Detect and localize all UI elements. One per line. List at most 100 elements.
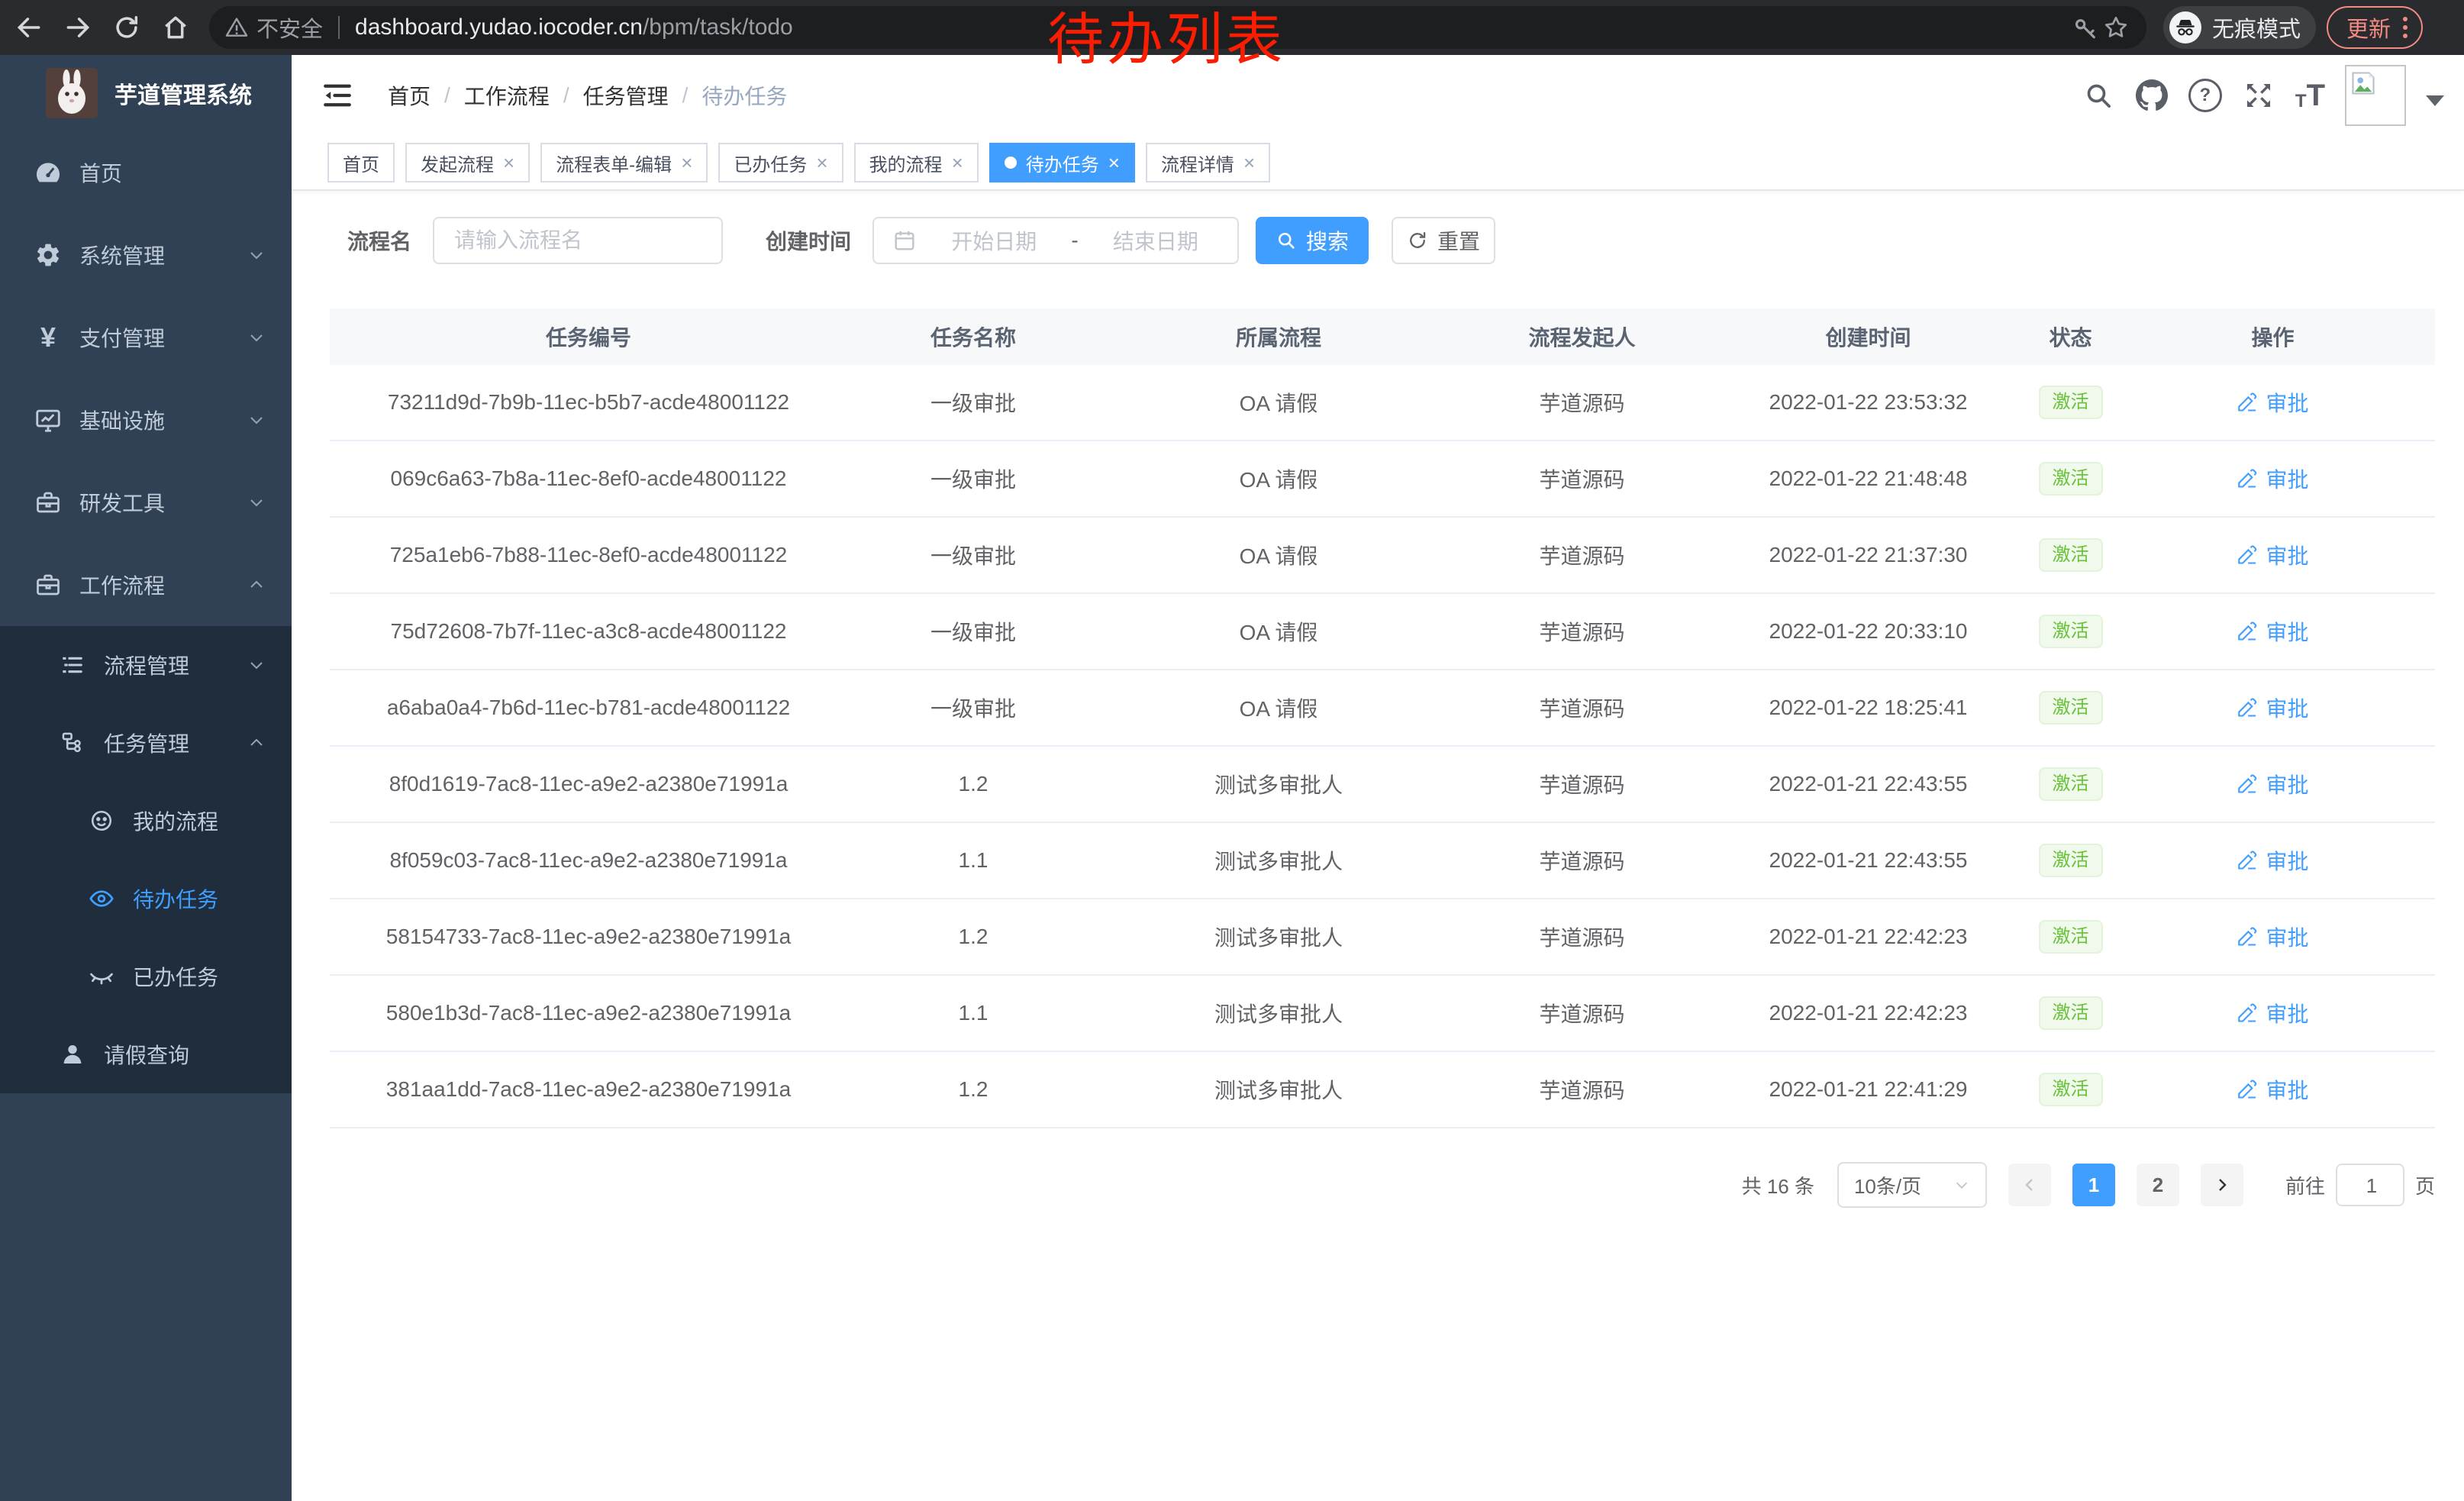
approve-button[interactable]: 审批 [2237, 769, 2308, 799]
prev-page-button[interactable] [2008, 1164, 2051, 1206]
chrome-update-button[interactable]: 更新 [2327, 6, 2423, 49]
app-title: 芋道管理系统 [114, 76, 252, 110]
avatar-dropdown-icon[interactable] [2426, 95, 2444, 106]
tab-start-process[interactable]: 发起流程× [405, 143, 530, 182]
sidebar-item-payment[interactable]: ¥ 支付管理 [0, 296, 292, 379]
page-button-2[interactable]: 2 [2137, 1164, 2179, 1206]
breadcrumb-item[interactable]: 任务管理 [583, 80, 669, 111]
tab-done-tasks[interactable]: 已办任务× [718, 143, 843, 182]
hamburger-icon[interactable] [321, 79, 354, 112]
toolbox-icon [31, 489, 66, 516]
help-icon[interactable]: ? [2188, 79, 2222, 112]
status-badge: 激活 [2039, 615, 2103, 648]
github-icon[interactable] [2135, 79, 2169, 112]
page-size-select[interactable]: 10条/页 [1837, 1162, 1987, 1208]
task-process: 测试多审批人 [1099, 1074, 1458, 1105]
task-name: 一级审批 [847, 540, 1099, 570]
sidebar-item-task-mgmt[interactable]: 任务管理 [0, 704, 292, 782]
breadcrumb-item[interactable]: 首页 [388, 80, 431, 111]
sidebar: 芋道管理系统 首页 系统管理 ¥ 支付管理 [0, 55, 292, 1501]
task-create-time: 2022-01-22 21:37:30 [1706, 543, 2030, 567]
sidebar-item-done-tasks[interactable]: 已办任务 [0, 938, 292, 1015]
task-name: 1.2 [847, 772, 1099, 796]
sidebar-item-system[interactable]: 系统管理 [0, 214, 292, 296]
task-process: 测试多审批人 [1099, 922, 1458, 952]
close-icon[interactable]: × [1243, 153, 1255, 173]
sidebar-item-todo-tasks[interactable]: 待办任务 [0, 860, 292, 938]
sidebar-item-workflow[interactable]: 工作流程 [0, 544, 292, 626]
approve-button[interactable]: 审批 [2237, 1074, 2308, 1105]
total-count: 共 16 条 [1742, 1171, 1814, 1199]
task-starter: 芋道源码 [1458, 616, 1706, 647]
sidebar-logo[interactable]: 芋道管理系统 [0, 55, 292, 131]
table-row: 73211d9d-7b9b-11ec-b5b7-acde48001122 一级审… [330, 365, 2435, 441]
status-badge: 激活 [2039, 920, 2103, 954]
close-icon[interactable]: × [816, 153, 827, 173]
chrome-menu-icon[interactable] [2403, 17, 2408, 38]
approve-button[interactable]: 审批 [2237, 922, 2308, 952]
page-header: 首页 / 工作流程 / 任务管理 / 待办任务 ? TT [292, 55, 2464, 136]
bookmark-star-icon[interactable] [2101, 12, 2131, 43]
reload-icon[interactable] [111, 12, 142, 43]
breadcrumb-current: 待办任务 [701, 80, 787, 111]
chevron-down-icon [247, 246, 266, 264]
tab-form-edit[interactable]: 流程表单-编辑× [540, 143, 708, 182]
sidebar-item-process-mgmt[interactable]: 流程管理 [0, 626, 292, 704]
process-name-input[interactable] [453, 228, 703, 253]
approve-button[interactable]: 审批 [2237, 463, 2308, 494]
breadcrumb-item[interactable]: 工作流程 [464, 80, 550, 111]
next-page-button[interactable] [2201, 1164, 2243, 1206]
reset-button[interactable]: 重置 [1392, 217, 1495, 264]
home-icon[interactable] [160, 12, 191, 43]
task-starter: 芋道源码 [1458, 540, 1706, 570]
task-starter: 芋道源码 [1458, 769, 1706, 799]
search-button[interactable]: 搜索 [1256, 217, 1369, 264]
task-starter: 芋道源码 [1458, 1074, 1706, 1105]
font-size-icon[interactable]: TT [2295, 80, 2325, 111]
approve-button[interactable]: 审批 [2237, 692, 2308, 723]
close-icon[interactable]: × [503, 153, 514, 173]
incognito-icon [2169, 11, 2201, 44]
col-actions: 操作 [2111, 321, 2435, 352]
search-icon[interactable] [2082, 79, 2115, 112]
close-icon[interactable]: × [1108, 153, 1120, 173]
insecure-label: 不安全 [256, 11, 323, 44]
sidebar-item-home[interactable]: 首页 [0, 131, 292, 214]
tab-todo-tasks[interactable]: 待办任务× [989, 143, 1135, 182]
approve-button[interactable]: 审批 [2237, 540, 2308, 570]
main-content: 首页 / 工作流程 / 任务管理 / 待办任务 ? TT [292, 55, 2464, 1501]
chevron-down-icon [247, 493, 266, 512]
close-icon[interactable]: × [952, 153, 963, 173]
tab-home[interactable]: 首页 [327, 143, 395, 182]
task-create-time: 2022-01-22 18:25:41 [1706, 696, 2030, 720]
user-icon [55, 1041, 90, 1067]
approve-button[interactable]: 审批 [2237, 845, 2308, 876]
approve-button[interactable]: 审批 [2237, 387, 2308, 418]
sidebar-item-infra[interactable]: 基础设施 [0, 379, 292, 461]
tab-process-detail[interactable]: 流程详情× [1146, 143, 1270, 182]
url-divider [338, 16, 340, 39]
close-icon[interactable]: × [681, 153, 692, 173]
back-icon[interactable] [14, 12, 44, 43]
approve-button[interactable]: 审批 [2237, 616, 2308, 647]
task-id: a6aba0a4-7b6d-11ec-b781-acde48001122 [330, 696, 847, 720]
sidebar-item-devtools[interactable]: 研发工具 [0, 461, 292, 544]
sidebar-item-leave-query[interactable]: 请假查询 [0, 1015, 292, 1093]
sidebar-item-my-process[interactable]: 我的流程 [0, 782, 292, 860]
approve-button[interactable]: 审批 [2237, 998, 2308, 1028]
avatar[interactable] [2345, 65, 2406, 126]
tab-my-process[interactable]: 我的流程× [854, 143, 979, 182]
goto-page-input[interactable] [2337, 1165, 2406, 1206]
task-table: 任务编号 任务名称 所属流程 流程发起人 创建时间 状态 操作 73211d9d… [330, 308, 2435, 1128]
fullscreen-icon[interactable] [2242, 79, 2275, 112]
password-key-icon[interactable] [2070, 12, 2101, 43]
range-separator: - [1071, 228, 1078, 253]
page-button-1[interactable]: 1 [2072, 1164, 2115, 1206]
task-id: 580e1b3d-7ac8-11ec-a9e2-a2380e71991a [330, 1001, 847, 1025]
date-range-input[interactable]: 开始日期 - 结束日期 [872, 217, 1239, 264]
table-header: 任务编号 任务名称 所属流程 流程发起人 创建时间 状态 操作 [330, 308, 2435, 365]
forward-icon[interactable] [63, 12, 93, 43]
work-area: 流程名 创建时间 开始日期 - 结束日期 搜索 [292, 191, 2464, 1208]
briefcase-icon [31, 571, 66, 599]
tree-icon [55, 730, 90, 756]
